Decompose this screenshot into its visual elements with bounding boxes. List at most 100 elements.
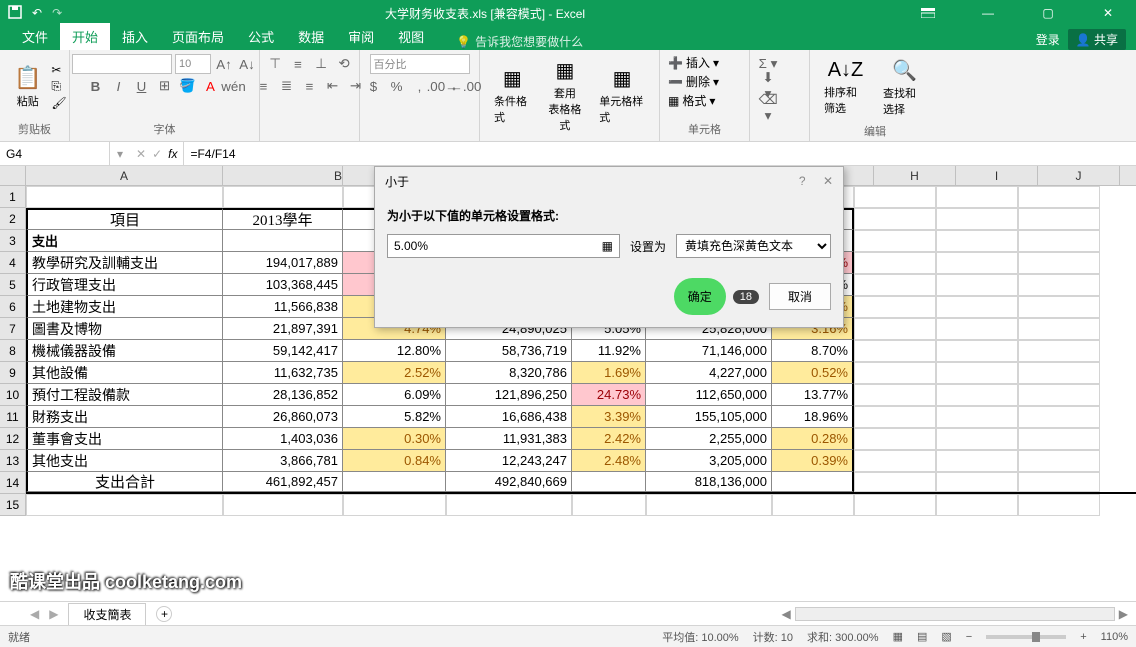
cell[interactable]: 其他設備 bbox=[26, 362, 223, 384]
cell[interactable]: 59,142,417 bbox=[223, 340, 343, 362]
view-normal-icon[interactable]: ▦ bbox=[893, 630, 903, 643]
cell[interactable]: 土地建物支出 bbox=[26, 296, 223, 318]
hscroll-bar[interactable] bbox=[795, 607, 1115, 621]
cell[interactable]: 155,105,000 bbox=[646, 406, 772, 428]
tab-file[interactable]: 文件 bbox=[10, 23, 60, 50]
delete-cells-button[interactable]: ➖删除 ▾ bbox=[668, 73, 719, 90]
row-head[interactable]: 12 bbox=[0, 428, 26, 450]
row-head[interactable]: 9 bbox=[0, 362, 26, 384]
share-button[interactable]: 👤 共享 bbox=[1068, 29, 1126, 50]
underline-button[interactable]: U bbox=[132, 76, 152, 96]
cell[interactable]: 818,136,000 bbox=[646, 472, 772, 492]
cell[interactable]: 2,255,000 bbox=[646, 428, 772, 450]
cell[interactable]: 112,650,000 bbox=[646, 384, 772, 406]
row-head[interactable]: 8 bbox=[0, 340, 26, 362]
add-sheet-icon[interactable]: + bbox=[156, 606, 172, 622]
col-head-i[interactable]: I bbox=[956, 166, 1038, 185]
cell[interactable]: 8,320,786 bbox=[446, 362, 572, 384]
cell[interactable]: 461,892,457 bbox=[223, 472, 343, 492]
cell[interactable]: 58,736,719 bbox=[446, 340, 572, 362]
cell[interactable]: 26,860,073 bbox=[223, 406, 343, 428]
row-head[interactable]: 3 bbox=[0, 230, 26, 252]
orientation-icon[interactable]: ⟲ bbox=[334, 54, 354, 74]
cell[interactable]: 121,896,250 bbox=[446, 384, 572, 406]
cancel-formula-icon[interactable]: ✕ bbox=[136, 147, 146, 161]
cell[interactable]: 行政管理支出 bbox=[26, 274, 223, 296]
tab-home[interactable]: 开始 bbox=[60, 23, 110, 50]
help-icon[interactable]: ? bbox=[799, 174, 806, 188]
tell-me[interactable]: 💡 告诉我您想要做什么 bbox=[456, 33, 583, 50]
minimize-icon[interactable]: — bbox=[968, 3, 1008, 23]
cell[interactable]: 0.52% bbox=[772, 362, 854, 384]
view-layout-icon[interactable]: ▤ bbox=[917, 630, 927, 643]
cell[interactable]: 103,368,445 bbox=[223, 274, 343, 296]
cell[interactable]: 機械儀器設備 bbox=[26, 340, 223, 362]
align-center-icon[interactable]: ≣ bbox=[277, 76, 297, 96]
cancel-button[interactable]: 取消 bbox=[769, 283, 831, 310]
cell[interactable]: 圖書及博物 bbox=[26, 318, 223, 340]
clear-icon[interactable]: ⌫ ▾ bbox=[758, 98, 778, 118]
zoom-out-icon[interactable]: − bbox=[966, 631, 972, 643]
bold-button[interactable]: B bbox=[86, 76, 106, 96]
cell[interactable]: 11.92% bbox=[572, 340, 646, 362]
zoom-level[interactable]: 110% bbox=[1101, 631, 1128, 643]
formula-input[interactable]: =F4/F14 bbox=[184, 147, 1136, 161]
font-color-button[interactable]: A bbox=[201, 76, 221, 96]
accept-formula-icon[interactable]: ✓ bbox=[152, 147, 162, 161]
cell[interactable]: 項目 bbox=[26, 208, 223, 230]
cell[interactable]: 2.42% bbox=[572, 428, 646, 450]
select-all-corner[interactable] bbox=[0, 166, 26, 185]
tab-formula[interactable]: 公式 bbox=[236, 23, 286, 50]
row-head[interactable]: 11 bbox=[0, 406, 26, 428]
cell[interactable]: 支出合計 bbox=[26, 472, 223, 492]
cell[interactable]: 13.77% bbox=[772, 384, 854, 406]
align-top-icon[interactable]: ⊤ bbox=[265, 54, 285, 74]
zoom-in-icon[interactable]: + bbox=[1080, 631, 1086, 643]
row-head[interactable]: 15 bbox=[0, 494, 26, 516]
align-bot-icon[interactable]: ⊥ bbox=[311, 54, 331, 74]
cell[interactable]: 1,403,036 bbox=[223, 428, 343, 450]
tab-insert[interactable]: 插入 bbox=[110, 23, 160, 50]
save-icon[interactable] bbox=[8, 5, 22, 22]
cell[interactable]: 財務支出 bbox=[26, 406, 223, 428]
number-format-select[interactable] bbox=[370, 54, 470, 74]
zoom-slider[interactable] bbox=[986, 635, 1066, 639]
cell[interactable]: 21,897,391 bbox=[223, 318, 343, 340]
tab-data[interactable]: 数据 bbox=[286, 23, 336, 50]
cell[interactable]: 8.70% bbox=[772, 340, 854, 362]
cell[interactable]: 0.30% bbox=[343, 428, 446, 450]
name-box[interactable]: G4 bbox=[0, 142, 110, 165]
row-head[interactable]: 2 bbox=[0, 208, 26, 230]
ok-button[interactable]: 确定 bbox=[674, 278, 726, 315]
close-icon[interactable]: ✕ bbox=[1088, 3, 1128, 23]
cell[interactable]: 0.28% bbox=[772, 428, 854, 450]
cell[interactable]: 3,866,781 bbox=[223, 450, 343, 472]
cell[interactable]: 預付工程設備款 bbox=[26, 384, 223, 406]
row-head[interactable]: 1 bbox=[0, 186, 26, 208]
redo-icon[interactable]: ↷ bbox=[52, 6, 62, 20]
col-head-b[interactable]: B bbox=[223, 166, 343, 185]
cell[interactable]: 1.69% bbox=[572, 362, 646, 384]
cell[interactable]: 492,840,669 bbox=[446, 472, 572, 492]
cell[interactable]: 71,146,000 bbox=[646, 340, 772, 362]
cell[interactable]: 12,243,247 bbox=[446, 450, 572, 472]
row-head[interactable]: 7 bbox=[0, 318, 26, 340]
maximize-icon[interactable]: ▢ bbox=[1028, 3, 1068, 23]
row-head[interactable]: 4 bbox=[0, 252, 26, 274]
cell-style-button[interactable]: ▦单元格样式 bbox=[593, 62, 651, 129]
indent-dec-icon[interactable]: ⇤ bbox=[323, 76, 343, 96]
view-pagebreak-icon[interactable]: ▧ bbox=[941, 630, 951, 643]
tab-view[interactable]: 视图 bbox=[386, 23, 436, 50]
grow-font-icon[interactable]: A↑ bbox=[214, 54, 234, 74]
phonetic-button[interactable]: wén bbox=[224, 76, 244, 96]
cond-format-button[interactable]: ▦条件格式 bbox=[488, 62, 537, 129]
row-head[interactable]: 6 bbox=[0, 296, 26, 318]
cell[interactable]: 11,566,838 bbox=[223, 296, 343, 318]
cell[interactable]: 董事會支出 bbox=[26, 428, 223, 450]
currency-icon[interactable]: $ bbox=[364, 76, 384, 96]
percent-icon[interactable]: % bbox=[387, 76, 407, 96]
sheet-prev-icon[interactable]: ◀ bbox=[30, 607, 39, 621]
cell[interactable]: 12.80% bbox=[343, 340, 446, 362]
hscroll-left-icon[interactable]: ◀ bbox=[782, 607, 791, 621]
font-size-select[interactable] bbox=[175, 54, 211, 74]
